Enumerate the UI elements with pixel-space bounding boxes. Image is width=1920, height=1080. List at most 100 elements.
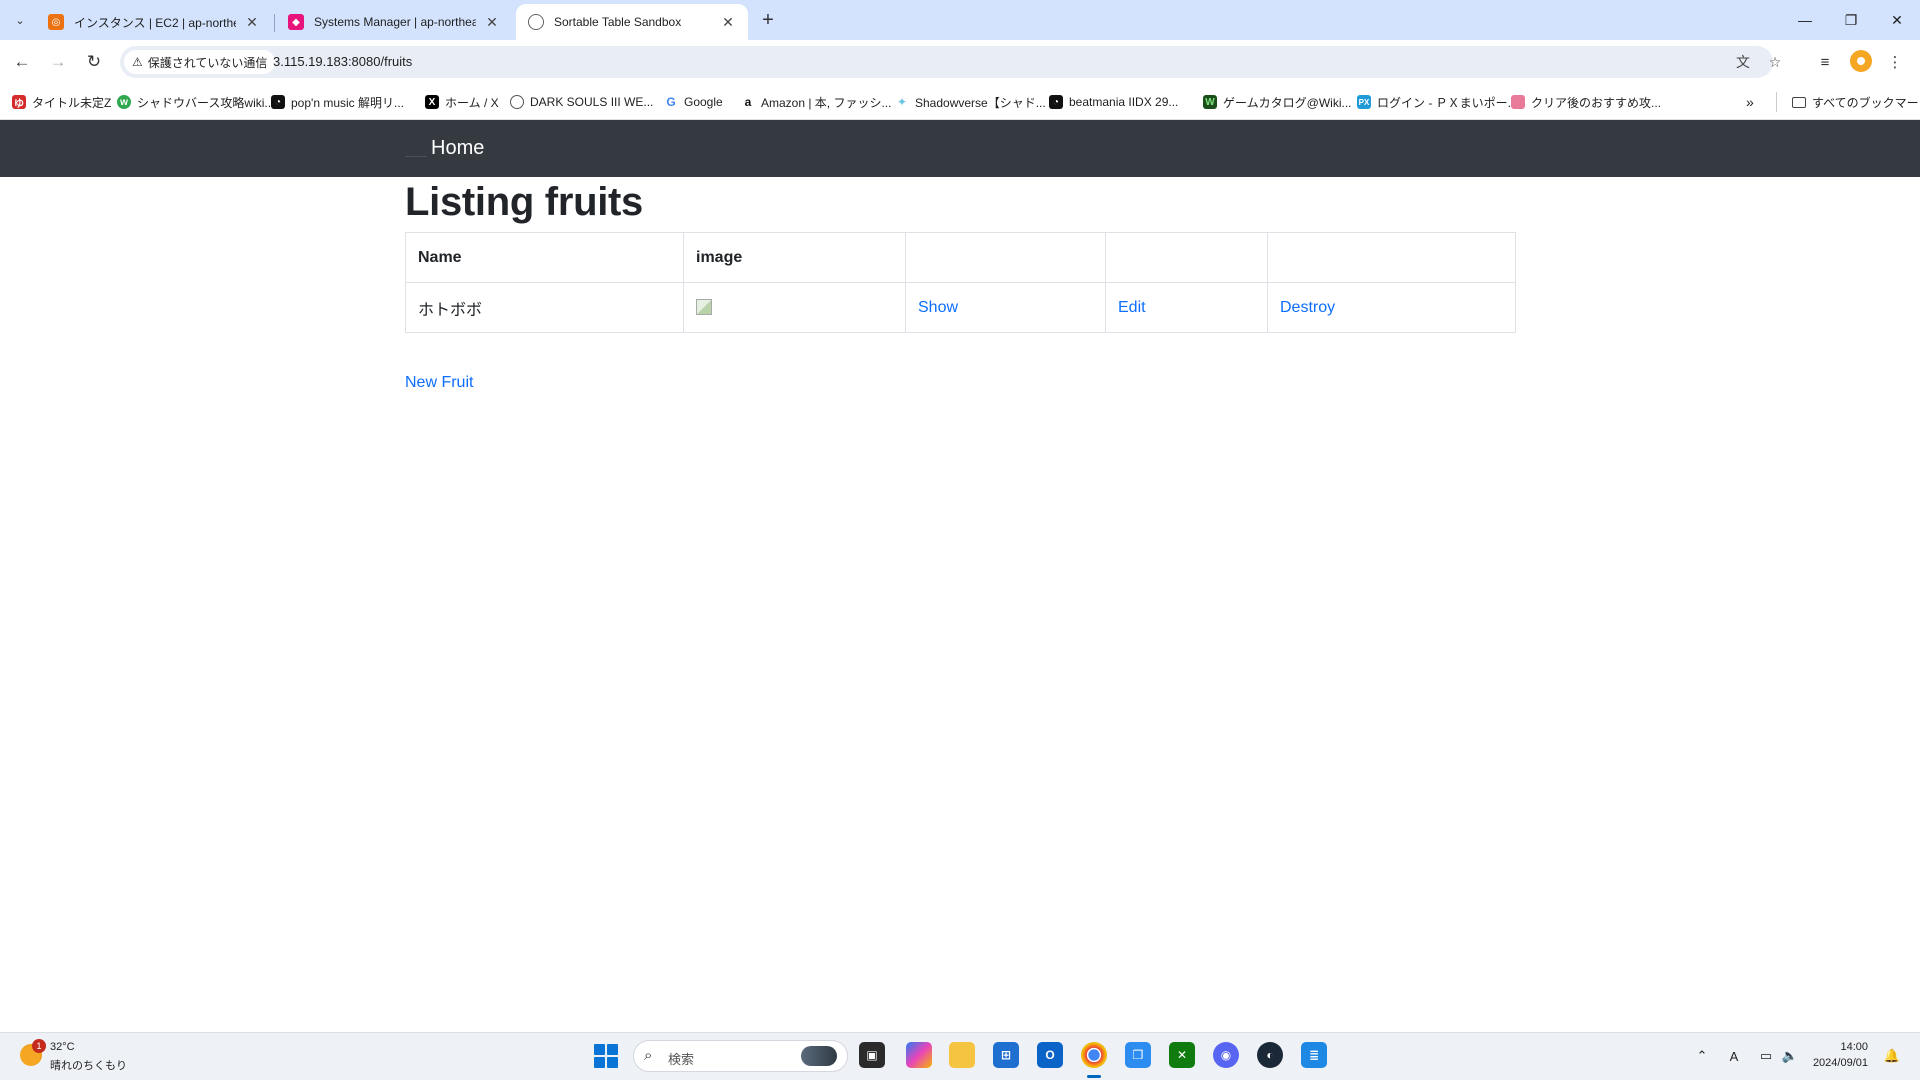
close-icon[interactable]: ✕ bbox=[244, 14, 260, 30]
chrome-icon[interactable] bbox=[1081, 1042, 1107, 1068]
outlook-icon[interactable]: O bbox=[1037, 1042, 1063, 1068]
tab-divider bbox=[274, 14, 275, 32]
amazon-icon: a bbox=[741, 95, 755, 109]
broken-image-icon bbox=[696, 299, 712, 315]
browser-toolbar: ← → ↻ ⚠ 保護されていない通信 3.115.19.183:8080/fru… bbox=[0, 40, 1920, 84]
bookmark-item[interactable]: クリア後のおすすめ攻... bbox=[1511, 93, 1661, 111]
minimize-button[interactable]: — bbox=[1782, 0, 1828, 40]
new-fruit-link[interactable]: New Fruit bbox=[405, 374, 473, 392]
windows-logo-icon bbox=[594, 1057, 605, 1068]
bookmark-item[interactable]: ◔ beatmania IIDX 29... bbox=[1049, 93, 1178, 111]
microsoft-store-icon[interactable]: ⊞ bbox=[993, 1042, 1019, 1068]
fruits-table: Name image ホトボボ Show Edit Destroy bbox=[405, 232, 1516, 333]
close-icon[interactable]: ✕ bbox=[484, 14, 500, 30]
close-window-button[interactable]: ✕ bbox=[1874, 0, 1920, 40]
bookmark-item[interactable]: a Amazon | 本, ファッシ... bbox=[741, 93, 891, 111]
home-link[interactable]: Home bbox=[431, 137, 484, 160]
aws-ec2-icon: ◎ bbox=[48, 14, 64, 30]
file-explorer-icon[interactable] bbox=[949, 1042, 975, 1068]
address-bar[interactable]: ⚠ 保護されていない通信 3.115.19.183:8080/fruits 文 … bbox=[120, 46, 1781, 78]
notepad-icon[interactable]: ≣ bbox=[1301, 1042, 1327, 1068]
back-button[interactable]: ← bbox=[10, 50, 34, 74]
tab-title: インスタンス | EC2 | ap-northeast- bbox=[74, 15, 236, 30]
destroy-cell: Destroy bbox=[1267, 282, 1516, 333]
tab-strip: ⌄ ◎ インスタンス | EC2 | ap-northeast- ✕ ◆ Sys… bbox=[0, 0, 1920, 40]
bookmark-item[interactable]: DARK SOULS III WE... bbox=[510, 93, 653, 111]
edit-link[interactable]: Edit bbox=[1118, 299, 1146, 316]
start-button[interactable] bbox=[594, 1044, 618, 1068]
chevron-up-icon[interactable]: ⌃ bbox=[1692, 1046, 1712, 1066]
x-logo-icon: X bbox=[425, 95, 439, 109]
bookmark-item[interactable]: ✦ Shadowverse【シャド... bbox=[895, 93, 1046, 111]
bookmark-label: Amazon | 本, ファッシ... bbox=[761, 95, 892, 110]
weather-description[interactable]: 晴れのちくもり bbox=[50, 1057, 127, 1073]
reload-icon: ↻ bbox=[86, 52, 102, 71]
clock-date[interactable]: 2024/09/01 bbox=[1806, 1057, 1868, 1069]
bookmark-red-icon: ゆ bbox=[12, 95, 26, 110]
bookmark-item[interactable]: X ホーム / X bbox=[425, 93, 499, 111]
aws-ssm-icon: ◆ bbox=[288, 14, 304, 30]
site-navbar: Home bbox=[0, 120, 1920, 177]
windows-logo-icon bbox=[607, 1057, 618, 1068]
bookmark-item[interactable]: PX ログイン - ＰＸまいポー... bbox=[1357, 93, 1518, 111]
bookmarks-bar: ゆ タイトル未定Z w シャドウバース攻略wiki... ◔ pop'n mus… bbox=[0, 84, 1920, 120]
search-highlight-image bbox=[801, 1046, 837, 1066]
tab-ec2[interactable]: ◎ インスタンス | EC2 | ap-northeast- ✕ bbox=[36, 4, 272, 40]
tab-sortable-table-sandbox[interactable]: Sortable Table Sandbox ✕ bbox=[516, 4, 748, 40]
ime-icon[interactable]: A bbox=[1724, 1046, 1744, 1066]
search-icon: ⌕ bbox=[644, 1047, 653, 1064]
bookmark-item[interactable]: G Google bbox=[664, 93, 723, 111]
show-cell: Show bbox=[905, 282, 1106, 333]
bookmark-item[interactable]: ゆ タイトル未定Z bbox=[12, 93, 111, 111]
active-app-indicator bbox=[1087, 1075, 1101, 1078]
close-icon: ✕ bbox=[1891, 11, 1903, 28]
windows-logo-icon bbox=[594, 1044, 605, 1055]
translate-icon[interactable]: 文 bbox=[1732, 51, 1754, 73]
chevron-down-icon: ⌄ bbox=[15, 14, 25, 27]
table-header-row: Name image bbox=[405, 232, 1516, 283]
bookmark-label: Shadowverse【シャド... bbox=[915, 95, 1046, 110]
weather-temperature[interactable]: 32°C bbox=[50, 1041, 75, 1053]
media-controls-button[interactable]: ≡ bbox=[1813, 50, 1837, 74]
discord-icon[interactable]: ◉ bbox=[1213, 1042, 1239, 1068]
bookmark-item[interactable]: w シャドウバース攻略wiki... bbox=[117, 93, 274, 111]
tab-systems-manager[interactable]: ◆ Systems Manager | ap-northeast- ✕ bbox=[276, 4, 512, 40]
reload-button[interactable]: ↻ bbox=[82, 50, 106, 74]
tab-search-button[interactable]: ⌄ bbox=[8, 8, 32, 32]
copilot-icon[interactable] bbox=[906, 1042, 932, 1068]
task-view-icon[interactable]: ▣ bbox=[859, 1042, 885, 1068]
bookmarks-overflow-button[interactable]: » bbox=[1746, 93, 1754, 111]
menu-button[interactable]: ⋮ bbox=[1883, 50, 1907, 74]
forward-button[interactable]: → bbox=[46, 50, 70, 74]
security-chip[interactable]: ⚠ 保護されていない通信 bbox=[124, 50, 276, 74]
star-icon[interactable]: ☆ bbox=[1764, 51, 1786, 73]
bell-icon[interactable]: 🔔 bbox=[1882, 1046, 1902, 1066]
bookmark-pink-icon bbox=[1511, 95, 1525, 109]
more-vertical-icon: ⋮ bbox=[1887, 54, 1903, 71]
taskbar-search[interactable]: ⌕ 検索 bbox=[633, 1040, 848, 1072]
show-link[interactable]: Show bbox=[918, 299, 958, 316]
bookmark-item[interactable]: W ゲームカタログ@Wiki... bbox=[1203, 93, 1351, 111]
bookmark-item[interactable]: ◔ pop'n music 解明リ... bbox=[271, 93, 404, 111]
close-icon[interactable]: ✕ bbox=[720, 14, 736, 30]
navbar-toggler[interactable] bbox=[405, 156, 427, 159]
xbox-icon[interactable]: ✕ bbox=[1169, 1042, 1195, 1068]
column-header-name[interactable]: Name bbox=[405, 232, 684, 283]
all-bookmarks-label: すべてのブックマーク bbox=[1812, 95, 1920, 110]
network-icon[interactable]: ▭ bbox=[1756, 1046, 1776, 1066]
destroy-link[interactable]: Destroy bbox=[1280, 299, 1335, 316]
bookmark-green-icon: w bbox=[117, 95, 131, 109]
url-text[interactable]: 3.115.19.183:8080/fruits bbox=[273, 54, 412, 69]
restore-button[interactable]: ❐ bbox=[1828, 0, 1874, 40]
fruit-image-cell bbox=[683, 282, 906, 333]
volume-icon[interactable]: 🔈 bbox=[1780, 1046, 1800, 1066]
all-bookmarks-button[interactable]: すべてのブックマーク bbox=[1792, 93, 1920, 111]
column-header-image[interactable]: image bbox=[683, 232, 906, 283]
profile-avatar[interactable] bbox=[1850, 50, 1872, 72]
clock-time[interactable]: 14:00 bbox=[1806, 1041, 1868, 1053]
steam-icon[interactable]: ◐ bbox=[1257, 1042, 1283, 1068]
new-tab-button[interactable]: + bbox=[756, 8, 780, 32]
minimize-icon: — bbox=[1798, 12, 1812, 28]
app-icon[interactable]: ❒ bbox=[1125, 1042, 1151, 1068]
bookmark-label: ホーム / X bbox=[445, 95, 499, 110]
